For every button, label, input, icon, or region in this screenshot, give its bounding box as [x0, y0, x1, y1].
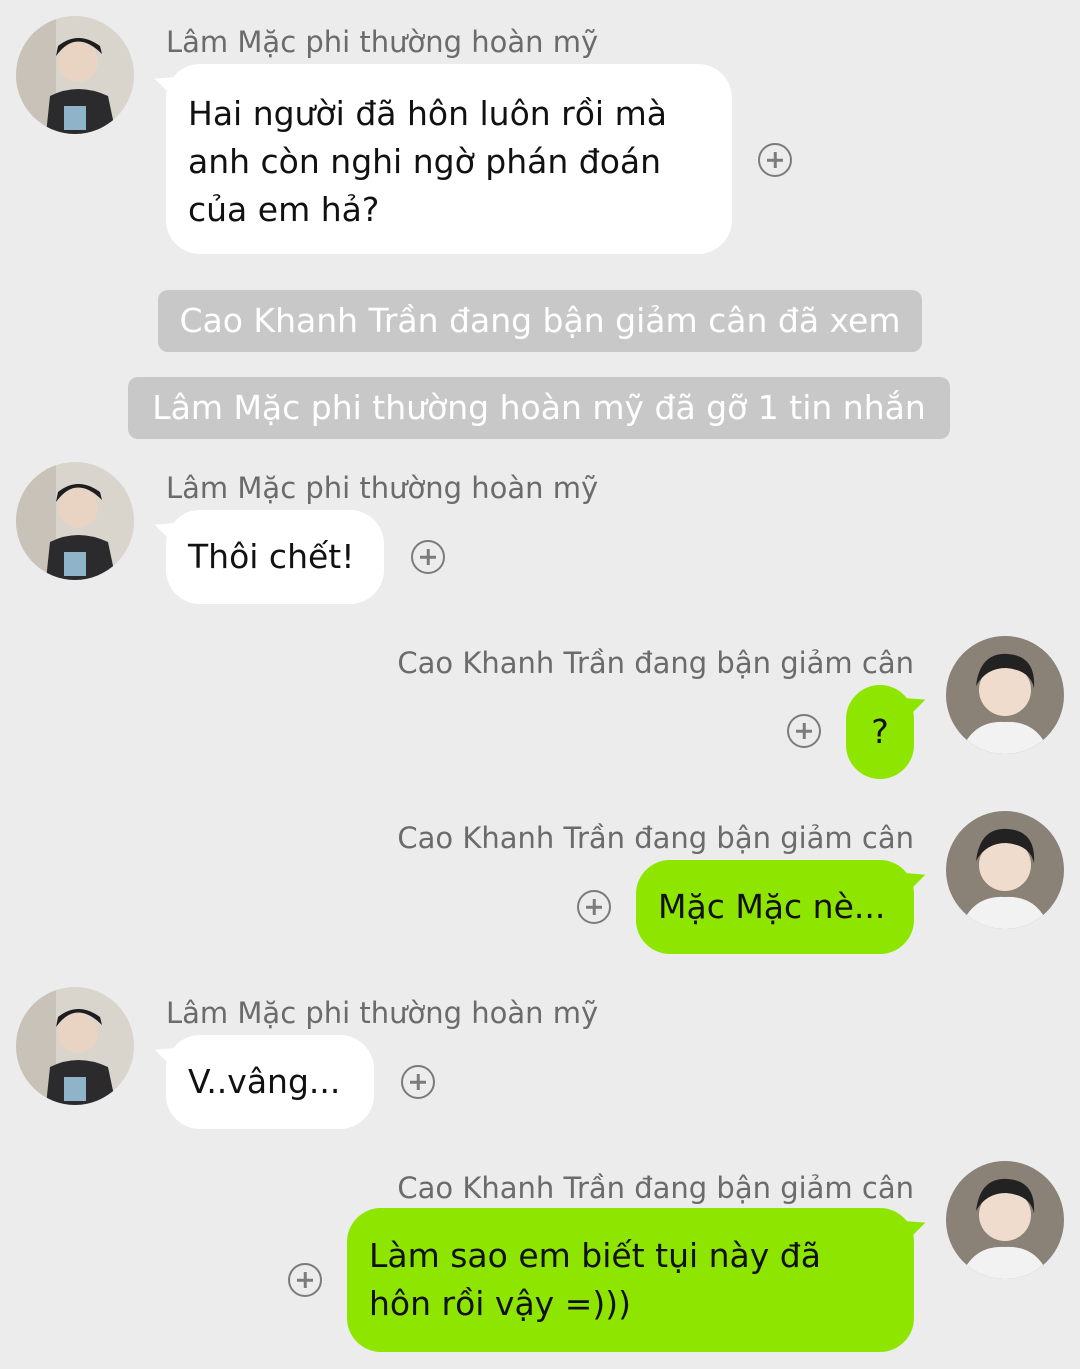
sender-name: Lâm Mặc phi thường hoàn mỹ	[166, 25, 599, 59]
avatar-icon	[16, 462, 134, 580]
avatar[interactable]	[16, 987, 134, 1105]
message-bubble-outgoing[interactable]: ?	[846, 685, 914, 779]
sender-name: Lâm Mặc phi thường hoàn mỹ	[166, 471, 599, 505]
unsent-notice: Lâm Mặc phi thường hoàn mỹ đã gỡ 1 tin n…	[128, 377, 950, 439]
chat-thread: Lâm Mặc phi thường hoàn mỹ Hai người đã …	[0, 0, 1080, 1369]
avatar-icon	[946, 811, 1064, 929]
avatar[interactable]	[946, 811, 1064, 929]
plus-circle-icon[interactable]	[787, 714, 821, 748]
message-bubble-outgoing[interactable]: Làm sao em biết tụi này đã hôn rồi vậy =…	[347, 1208, 914, 1352]
avatar-icon	[946, 636, 1064, 754]
plus-circle-icon[interactable]	[411, 540, 445, 574]
message-bubble-incoming[interactable]: V..vâng...	[166, 1035, 374, 1129]
avatar[interactable]	[16, 16, 134, 134]
avatar[interactable]	[946, 636, 1064, 754]
seen-notice: Cao Khanh Trần đang bận giảm cân đã xem	[158, 290, 922, 352]
sender-name: Cao Khanh Trần đang bận giảm cân	[397, 821, 914, 855]
avatar[interactable]	[16, 462, 134, 580]
message-bubble-incoming[interactable]: Thôi chết!	[166, 510, 384, 604]
plus-circle-icon[interactable]	[577, 890, 611, 924]
sender-name: Lâm Mặc phi thường hoàn mỹ	[166, 996, 599, 1030]
plus-circle-icon[interactable]	[758, 143, 792, 177]
message-bubble-incoming[interactable]: Hai người đã hôn luôn rồi mà anh còn ngh…	[166, 64, 732, 254]
avatar[interactable]	[946, 1161, 1064, 1279]
plus-circle-icon[interactable]	[288, 1263, 322, 1297]
message-bubble-outgoing[interactable]: Mặc Mặc nè...	[636, 860, 914, 954]
sender-name: Cao Khanh Trần đang bận giảm cân	[397, 646, 914, 680]
avatar-icon	[16, 16, 134, 134]
avatar-icon	[946, 1161, 1064, 1279]
avatar-icon	[16, 987, 134, 1105]
plus-circle-icon[interactable]	[401, 1065, 435, 1099]
sender-name: Cao Khanh Trần đang bận giảm cân	[397, 1171, 914, 1205]
